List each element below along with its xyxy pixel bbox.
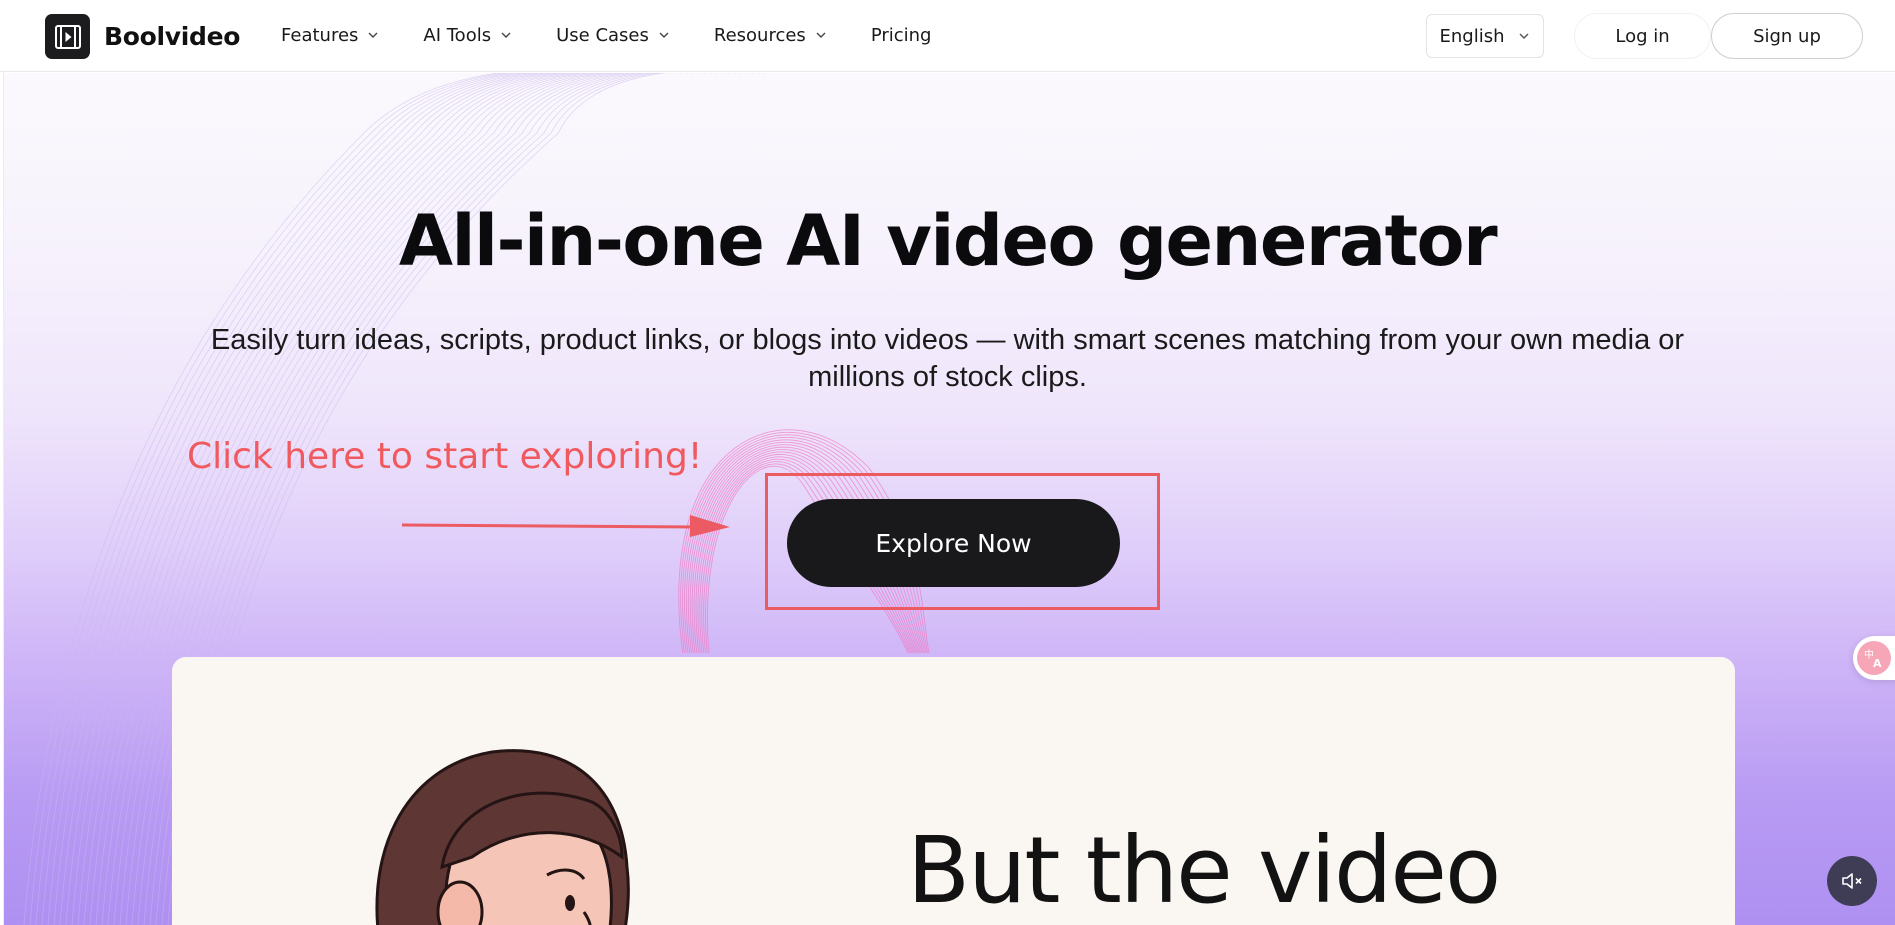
brand-logo[interactable]: Boolvideo [45,14,240,59]
explore-now-button[interactable]: Explore Now [787,499,1120,587]
nav-item-use-cases[interactable]: Use Cases [556,22,671,48]
worried-woman-illustration [375,749,630,925]
translate-widget[interactable]: 中 A [1853,636,1895,680]
translate-icon: 中 A [1857,641,1891,675]
svg-text:A: A [1873,657,1882,669]
hero-title: All-in-one AI video generator [398,200,1498,282]
language-select[interactable]: English [1426,14,1544,58]
signup-button[interactable]: Sign up [1711,13,1863,59]
logo-film-icon [45,14,90,59]
chevron-down-icon [368,32,378,38]
nav-item-label: Features [281,24,359,46]
login-button[interactable]: Log in [1575,14,1710,58]
chevron-down-icon [1519,33,1528,39]
chevron-down-icon [816,32,826,38]
hero-subtitle: Easily turn ideas, scripts, product link… [210,324,1685,393]
nav-item-label: Pricing [870,24,932,46]
nav-item-resources[interactable]: Resources [714,22,828,48]
video-preview-card[interactable]: But the video [172,657,1735,925]
brand-name: Boolvideo [104,22,241,51]
nav-item-pricing[interactable]: Pricing [871,22,932,48]
nav-item-label: Resources [713,24,806,46]
speaker-muted-icon [1842,873,1862,889]
mute-toggle-button[interactable] [1827,856,1877,906]
nav-item-features[interactable]: Features [281,22,380,48]
annotation-label: Click here to start exploring! [187,436,703,477]
annotation-arrow-icon [401,515,730,537]
language-label: English [1439,25,1505,47]
chevron-down-icon [659,32,669,38]
preview-caption: But the video [907,817,1501,924]
page: Boolvideo Features AI Tools Use Cases Re… [0,0,1895,925]
nav-item-ai-tools[interactable]: AI Tools [423,22,513,48]
main-nav: Features AI Tools Use Cases Resources Pr… [281,22,974,48]
site-header: Boolvideo Features AI Tools Use Cases Re… [0,0,1895,72]
nav-item-label: AI Tools [423,24,492,46]
nav-item-label: Use Cases [556,24,649,46]
chevron-down-icon [501,32,511,38]
